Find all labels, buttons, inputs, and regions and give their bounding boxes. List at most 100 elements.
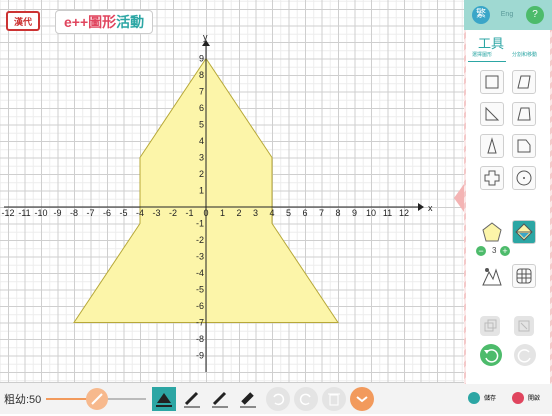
x-tick-label: -8 bbox=[70, 208, 78, 218]
open-button[interactable]: 開啟 bbox=[510, 388, 552, 410]
decrease-sides-button[interactable]: − bbox=[476, 246, 486, 256]
chinese-language-button[interactable]: 繁 bbox=[472, 6, 490, 24]
x-tick-label: -2 bbox=[169, 208, 177, 218]
pentagon-icon bbox=[482, 222, 502, 242]
save-button[interactable]: 儲存 bbox=[466, 388, 508, 410]
grid-tool-button[interactable] bbox=[512, 264, 536, 288]
x-tick-label: 7 bbox=[319, 208, 324, 218]
x-tick-label: 10 bbox=[366, 208, 376, 218]
square-tool-button[interactable] bbox=[480, 70, 504, 94]
eraser-tool-button[interactable] bbox=[236, 387, 260, 411]
y-tick-label: 7 bbox=[199, 87, 204, 97]
x-tick-label: 6 bbox=[302, 208, 307, 218]
freeform-tool-button[interactable] bbox=[480, 264, 504, 288]
trapezoid-icon bbox=[517, 75, 531, 89]
circle-icon bbox=[516, 170, 532, 186]
rotate-cw-button[interactable] bbox=[514, 344, 536, 366]
app-logo: 漢代 bbox=[6, 11, 40, 31]
y-tick-label: -8 bbox=[196, 334, 204, 344]
regular-polygon-button[interactable] bbox=[480, 220, 504, 244]
rotate-ccw-icon bbox=[484, 349, 499, 363]
circle-tool-button[interactable] bbox=[512, 166, 536, 190]
eraser-icon bbox=[240, 392, 256, 408]
y-tick-label: 2 bbox=[199, 169, 204, 179]
quadrilateral-tool-button[interactable] bbox=[512, 102, 536, 126]
help-button[interactable]: ? bbox=[526, 6, 544, 24]
x-axis-label: x bbox=[428, 203, 433, 213]
redo-button[interactable] bbox=[294, 387, 318, 411]
y-tick-label: -1 bbox=[196, 219, 204, 229]
increase-sides-button[interactable]: + bbox=[500, 246, 510, 256]
x-tick-label: -11 bbox=[18, 208, 30, 218]
isosceles-triangle-icon bbox=[487, 137, 497, 154]
quadrilateral-icon bbox=[517, 107, 531, 121]
chevron-down-icon bbox=[356, 396, 368, 403]
polygon-sides-count: 3 bbox=[492, 246, 497, 255]
x-tick-label: -1 bbox=[185, 208, 193, 218]
save-icon bbox=[468, 392, 480, 404]
pen-tool-button[interactable] bbox=[180, 387, 204, 411]
title-part1: e++圖形 bbox=[64, 14, 117, 30]
y-tick-label: 1 bbox=[199, 186, 204, 196]
tab-select-shape[interactable]: 選擇圖形 bbox=[472, 51, 492, 58]
x-tick-label: -9 bbox=[53, 208, 61, 218]
app-title: e++圖形活動 bbox=[55, 10, 154, 34]
bottom-toolbar: 粗幼:50 bbox=[0, 382, 464, 414]
trash-button[interactable] bbox=[322, 387, 346, 411]
tools-title: 工具 bbox=[478, 36, 505, 51]
x-tick-label: 3 bbox=[253, 208, 258, 218]
cross-icon bbox=[484, 170, 500, 186]
undo-button[interactable] bbox=[266, 387, 290, 411]
save-label: 儲存 bbox=[484, 396, 497, 402]
y-tick-label: 4 bbox=[199, 136, 204, 146]
x-tick-label: -7 bbox=[86, 208, 94, 218]
delete-shape-button[interactable] bbox=[514, 316, 534, 336]
x-tick-label: 2 bbox=[236, 208, 241, 218]
fill-bucket-icon bbox=[156, 393, 172, 407]
drawing-canvas[interactable]: x y -12 -11 -10 -9 -8 -7 -6 -5 -4 -3 -2 -1 0 1 2 3 4 5 6 7 8 9 1… bbox=[0, 0, 464, 382]
x-tick-label: 1 bbox=[220, 208, 225, 218]
trapezoid-tool-button[interactable] bbox=[512, 70, 536, 94]
x-tick-label: -12 bbox=[1, 208, 14, 218]
action-panel bbox=[466, 306, 550, 384]
y-tick-label: -4 bbox=[196, 268, 204, 278]
cross-tool-button[interactable] bbox=[480, 166, 504, 190]
y-axis-label: y bbox=[203, 32, 208, 42]
collapse-toolbar-button[interactable] bbox=[350, 387, 374, 411]
marker-icon bbox=[212, 391, 228, 408]
open-icon bbox=[512, 392, 524, 404]
thickness-slider-knob[interactable] bbox=[86, 388, 108, 410]
y-tick-label: -7 bbox=[196, 318, 204, 328]
rotate-cw-icon bbox=[517, 349, 531, 363]
fill-tool-button[interactable] bbox=[152, 387, 176, 411]
copy-button[interactable] bbox=[480, 316, 500, 336]
open-label: 開啟 bbox=[528, 396, 541, 402]
right-triangle-tool-button[interactable] bbox=[480, 102, 504, 126]
grid-icon bbox=[516, 268, 532, 284]
reflect-icon bbox=[515, 223, 533, 241]
redo-icon bbox=[299, 393, 311, 406]
side-panel: 繁 Eng ? 工具 選擇圖形 分割和移動 − 3 + bbox=[464, 0, 552, 414]
pencil-icon bbox=[91, 393, 103, 405]
y-tick-label: 9 bbox=[199, 54, 204, 64]
x-tick-label: 8 bbox=[335, 208, 340, 218]
x-tick-label: -4 bbox=[136, 208, 144, 218]
freeform-shape-icon bbox=[482, 268, 502, 286]
reflect-tool-button[interactable] bbox=[512, 220, 536, 244]
thickness-label: 粗幼:50 bbox=[4, 394, 42, 406]
x-tick-label: -10 bbox=[34, 208, 47, 218]
rotate-ccw-button[interactable] bbox=[480, 344, 502, 366]
pentagon-shape-tool-button[interactable] bbox=[512, 134, 536, 158]
x-tick-label: 12 bbox=[399, 208, 409, 218]
x-tick-label: 5 bbox=[286, 208, 291, 218]
isosceles-triangle-tool-button[interactable] bbox=[480, 134, 504, 158]
pen-icon bbox=[184, 391, 200, 408]
marker-tool-button[interactable] bbox=[208, 387, 232, 411]
y-tick-label: -5 bbox=[196, 285, 204, 295]
tab-split-move[interactable]: 分割和移動 bbox=[512, 51, 537, 58]
coordinate-plane: xy-12 -11 -10 -9 -8 -7 -6 -5 -4 -3 -2 -1 0 1 2 3 4 5 6 7 8 9 1… bbox=[1, 32, 433, 372]
english-language-button[interactable]: Eng bbox=[498, 6, 516, 24]
x-tick-label: -6 bbox=[103, 208, 111, 218]
x-tick-label: 9 bbox=[352, 208, 357, 218]
delete-shape-icon bbox=[518, 320, 530, 332]
